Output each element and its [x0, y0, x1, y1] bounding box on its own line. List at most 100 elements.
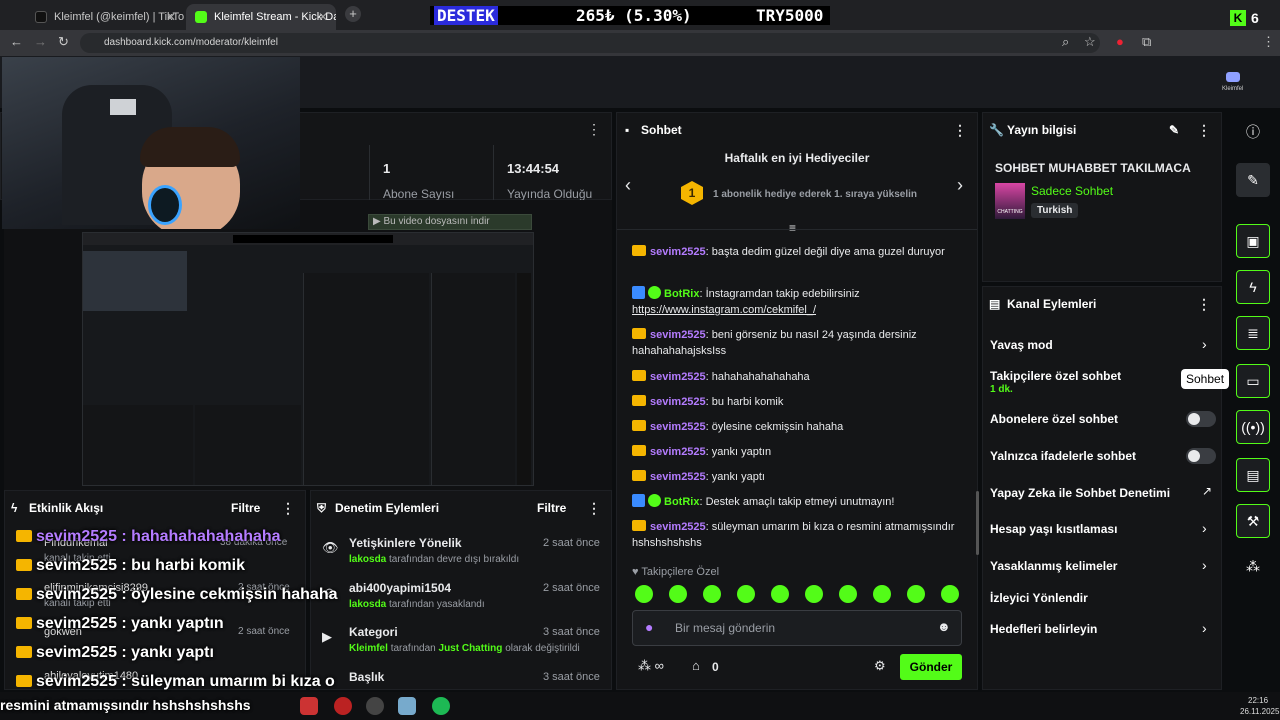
chat-username[interactable]: sevim2525 [650, 446, 706, 458]
gear-icon[interactable]: ⚙ [874, 658, 886, 674]
pencil-icon[interactable]: ✎ [1169, 113, 1179, 147]
emote-icon[interactable] [941, 585, 959, 603]
activity-filter[interactable]: Filtre [231, 491, 260, 525]
emote-icon[interactable] [907, 585, 925, 603]
send-button[interactable]: Gönder [900, 654, 962, 680]
slow-mode-item[interactable]: Yavaş mod [990, 338, 1053, 352]
emote-icon[interactable] [703, 585, 721, 603]
zoom-icon[interactable]: ⌕ [1062, 34, 1069, 50]
url-field[interactable]: dashboard.kick.com/moderator/kleimfel [80, 33, 1100, 53]
more-icon[interactable]: ⋮ [281, 491, 295, 525]
info-icon[interactable]: ⓘ [1236, 116, 1270, 150]
chevron-right-icon[interactable]: › [1202, 520, 1207, 536]
new-tab-button[interactable]: + [345, 6, 361, 22]
chat-message: sevim2525: süleyman umarım bi kıza o res… [632, 519, 972, 551]
chat-username[interactable]: sevim2525 [650, 396, 706, 408]
chat-bubble-icon[interactable]: ▭ [1236, 364, 1270, 398]
emote-icon[interactable] [669, 585, 687, 603]
banned-words-item[interactable]: Yasaklanmış kelimeler [990, 559, 1117, 573]
close-icon[interactable]: ✕ [318, 4, 328, 30]
gifters-text: 1 abonelik hediye ederek 1. sıraya yükse… [713, 189, 917, 200]
goals-item[interactable]: Hedefleri belirleyin [990, 622, 1097, 636]
category-thumbnail[interactable]: CHATTING [995, 183, 1025, 219]
emoji-icon[interactable]: ☻ [937, 619, 951, 634]
category-name[interactable]: Sadece Sohbet [1031, 184, 1113, 198]
moderation-actor[interactable]: Kleimfel [349, 643, 388, 654]
emote-icon[interactable] [635, 585, 653, 603]
subscribers-only-item[interactable]: Abonelere özel sohbet [990, 412, 1118, 426]
clip-icon[interactable]: ▣ [1236, 224, 1270, 258]
emote-icon[interactable] [771, 585, 789, 603]
chevron-right-icon[interactable]: › [1202, 336, 1207, 352]
next-icon[interactable]: › [957, 175, 963, 196]
emote-icon[interactable] [805, 585, 823, 603]
pencil-icon[interactable]: ✎ [1236, 163, 1270, 197]
crown-icon [16, 588, 32, 600]
broadcast-icon[interactable]: ((•)) [1236, 410, 1270, 444]
app-icon[interactable] [300, 697, 318, 715]
moderation-actor[interactable]: lakosda [349, 599, 386, 610]
app-icon[interactable] [398, 697, 416, 715]
app-icon[interactable] [334, 697, 352, 715]
microphone-icon[interactable]: ● [645, 619, 653, 635]
chat-username[interactable]: sevim2525 [650, 521, 706, 533]
emotes-only-toggle[interactable] [1186, 448, 1216, 464]
emote-icon[interactable] [839, 585, 857, 603]
moderation-filter[interactable]: Filtre [537, 491, 566, 525]
more-icon[interactable]: ⋮ [587, 113, 601, 145]
lightning-icon[interactable]: ϟ [1236, 270, 1270, 304]
chat-link[interactable]: https://www.instagram.com/cekmifel_/ [632, 304, 816, 316]
chat-username[interactable]: sevim2525 [650, 371, 706, 383]
crown-icon [16, 617, 32, 629]
chevron-right-icon[interactable]: › [1202, 557, 1207, 573]
prev-icon[interactable]: ‹ [625, 175, 631, 196]
account-age-item[interactable]: Hesap yaşı kısıtlaması [990, 522, 1117, 536]
moderation-item-title: Kategori [349, 625, 398, 639]
emote-icon[interactable] [737, 585, 755, 603]
store-icon[interactable]: ⌂ [692, 658, 700, 673]
chat-input[interactable]: ● Bir mesaj gönderin ☻ [632, 610, 962, 646]
obs-icon[interactable] [366, 697, 384, 715]
bookmark-icon[interactable]: ☆ [1084, 34, 1096, 50]
channel-points-icon[interactable]: ⁂ ∞ [638, 658, 664, 674]
followers-only-label: ♥ Takipçilere Özel [632, 566, 719, 578]
chat-username[interactable]: BotRix [664, 496, 699, 508]
menu-icon[interactable]: ⋮ [1262, 34, 1275, 50]
raid-item[interactable]: İzleyici Yönlendir [990, 591, 1088, 605]
extensions-icon[interactable]: ⧉ [1142, 34, 1151, 50]
followers-only-item[interactable]: Takipçilere özel sohbet [990, 369, 1121, 383]
video-icon[interactable]: ▤ [1236, 458, 1270, 492]
collapse-icon[interactable]: ≡ [789, 221, 796, 235]
extension-icon[interactable]: ● [1116, 34, 1124, 49]
emote-icon[interactable] [873, 585, 891, 603]
subscribers-only-toggle[interactable] [1186, 411, 1216, 427]
video-download-bar[interactable]: ▶ Bu video dosyasını indir [368, 214, 532, 230]
chat-username[interactable]: sevim2525 [650, 421, 706, 433]
chat-username[interactable]: BotRix [664, 288, 699, 300]
community-icon[interactable]: ⁂ [1236, 550, 1270, 584]
notes-icon[interactable]: ≣ [1236, 316, 1270, 350]
more-icon[interactable]: ⋮ [587, 491, 601, 525]
more-icon[interactable]: ⋮ [953, 113, 967, 147]
chat-username[interactable]: sevim2525 [650, 246, 706, 258]
tab-kick[interactable]: Kleimfel Stream - Kick Dashboa ✕ [186, 4, 336, 30]
more-icon[interactable]: ⋮ [1197, 287, 1211, 321]
ai-moderation-item[interactable]: Yapay Zeka ile Sohbet Denetimi [990, 486, 1170, 500]
external-link-icon[interactable]: ↗ [1202, 484, 1212, 498]
back-icon[interactable]: ← [10, 34, 23, 49]
forward-icon[interactable]: → [34, 34, 47, 49]
spotify-icon[interactable] [432, 697, 450, 715]
chevron-right-icon[interactable]: › [1202, 620, 1207, 636]
wrench-icon[interactable]: ⚒ [1236, 504, 1270, 538]
close-icon[interactable]: ✕ [166, 4, 176, 30]
chat-scrollbar[interactable] [976, 491, 979, 555]
more-icon[interactable]: ⋮ [1197, 113, 1211, 147]
chat-username[interactable]: sevim2525 [650, 329, 706, 341]
reload-icon[interactable]: ↻ [58, 34, 69, 50]
chat-username[interactable]: sevim2525 [650, 471, 706, 483]
emotes-only-item[interactable]: Yalnızca ifadelerle sohbet [990, 449, 1136, 463]
avatar[interactable] [1226, 72, 1240, 82]
tab-tiktok[interactable]: Kleimfel (@keimfel) | TikTok ✕ [26, 4, 184, 30]
moderation-actor[interactable]: lakosda [349, 554, 386, 565]
moderation-category[interactable]: Just Chatting [439, 643, 503, 654]
